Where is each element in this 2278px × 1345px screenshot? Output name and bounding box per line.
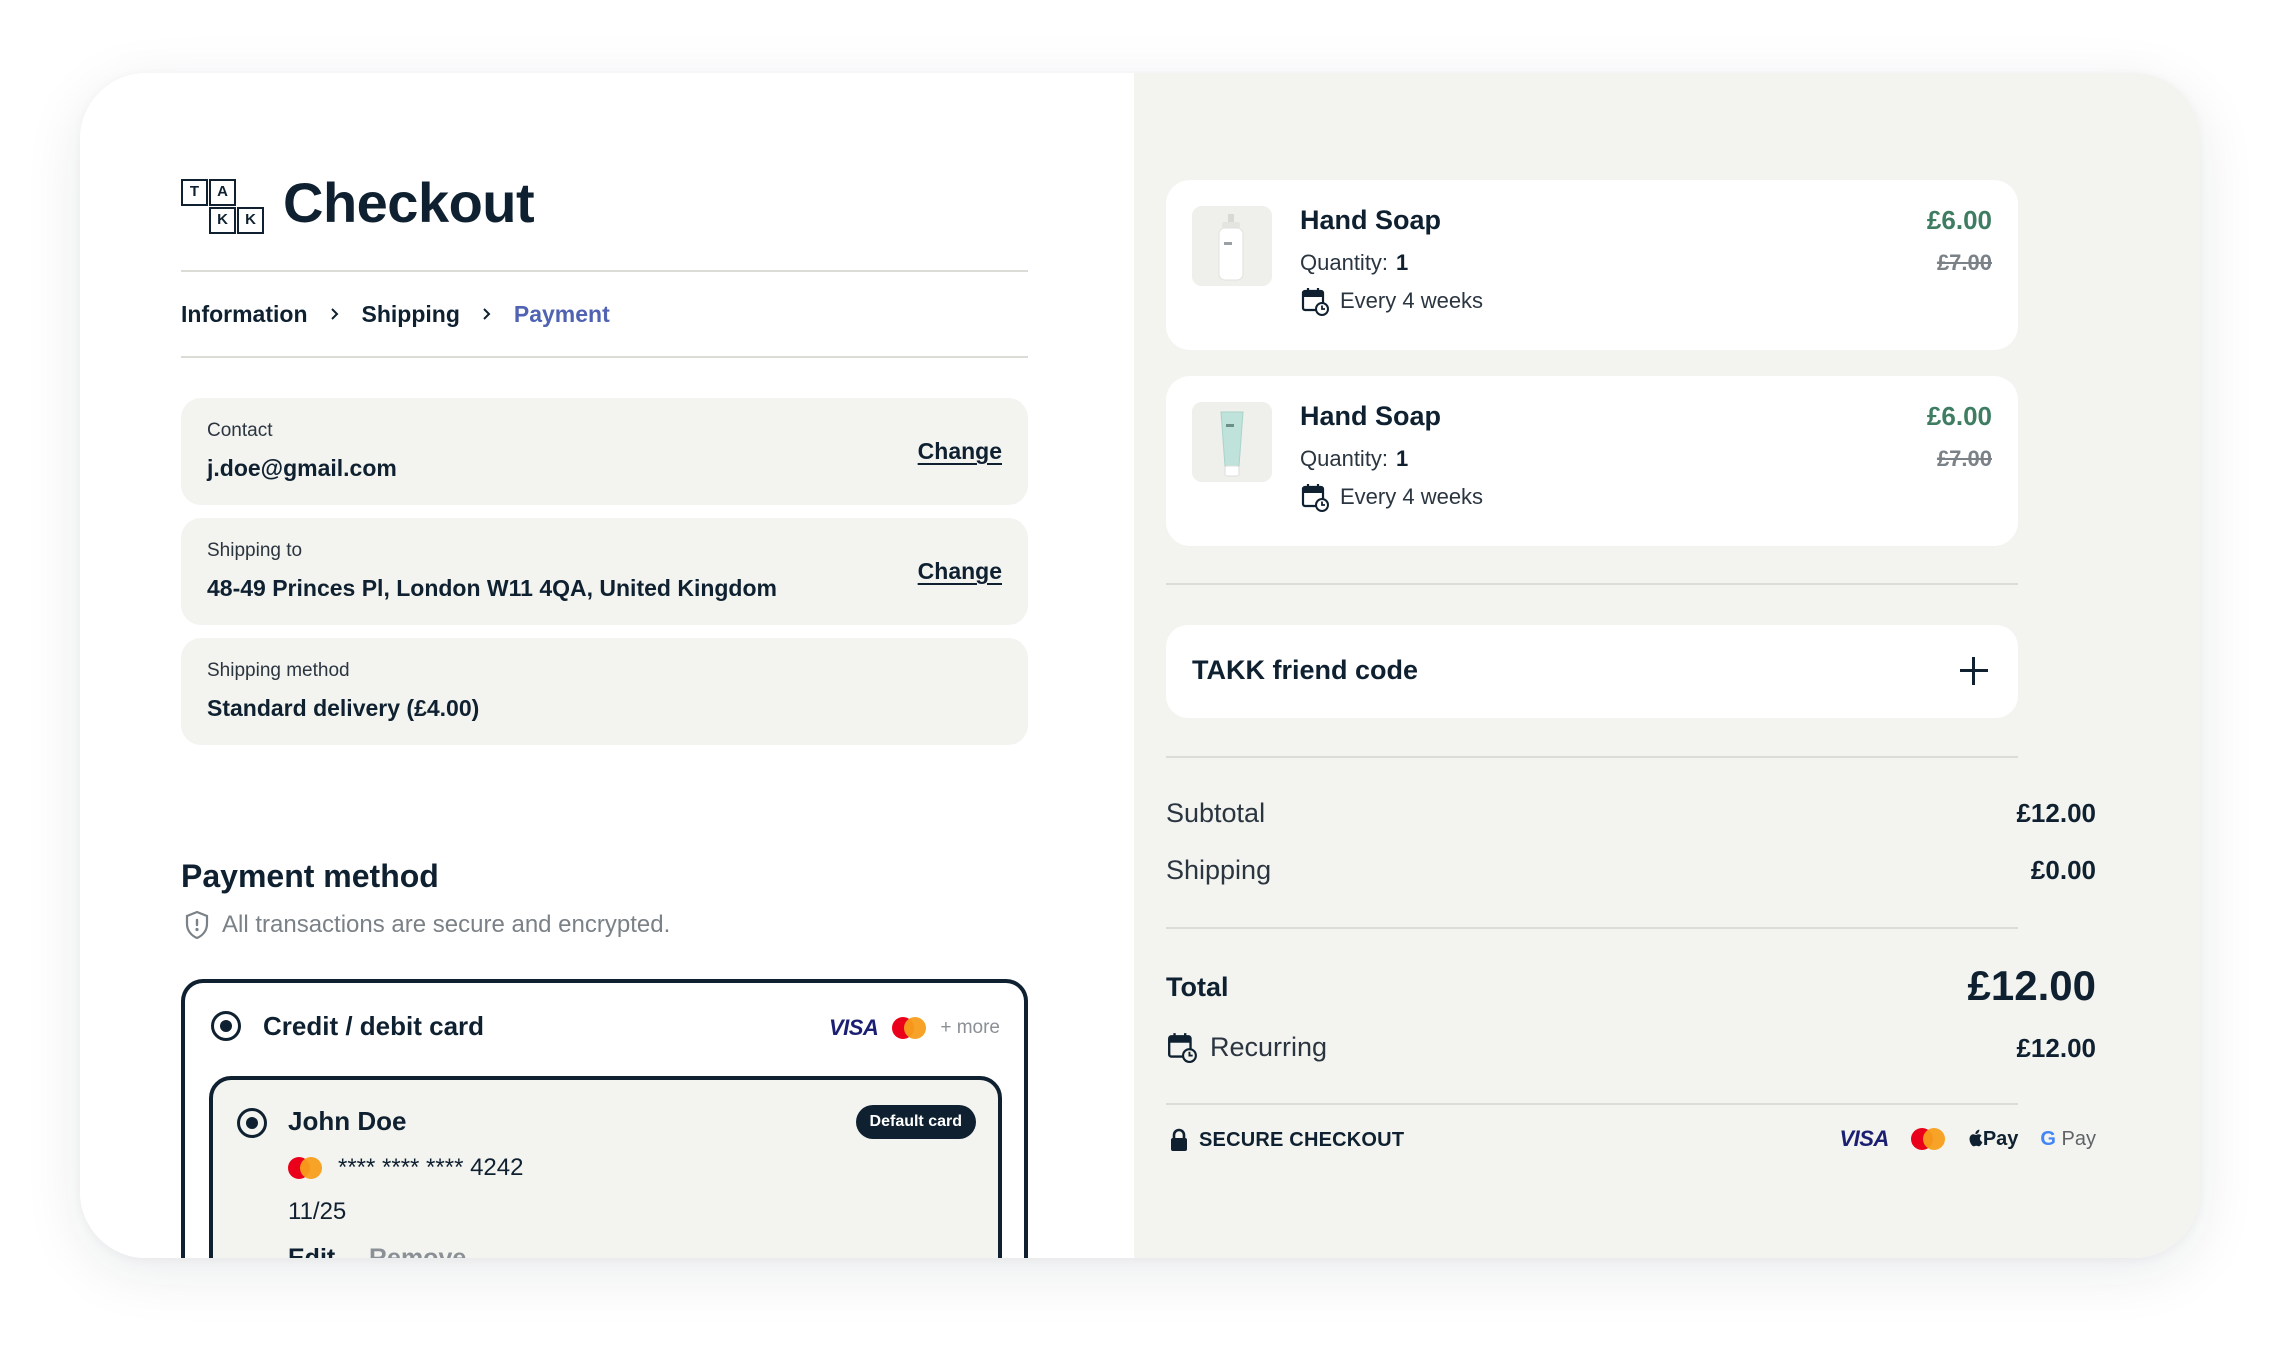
item-quantity: Quantity: 1 <box>1300 446 1409 471</box>
divider <box>1166 756 2018 758</box>
apple-pay-logo: Pay <box>1967 1128 2018 1151</box>
secure-checkout-label: SECURE CHECKOUT <box>1199 1128 1405 1151</box>
total-value: £12.00 <box>1967 962 2096 1009</box>
item-name: Hand Soap <box>1300 401 1442 431</box>
order-item: Hand Soap Quantity: 1 Every 4 weeks £6.00… <box>1166 376 2018 546</box>
plus-icon[interactable] <box>1960 657 1988 685</box>
shipping-value: £0.00 <box>2030 855 2096 885</box>
order-item: Hand Soap Quantity: 1 Every 4 weeks £6.00… <box>1166 180 2018 350</box>
visa-logo: VISA <box>1839 1126 1889 1151</box>
recurring-calendar-icon <box>1301 484 1329 512</box>
product-image <box>1192 402 1272 482</box>
recurring-calendar-icon <box>1301 288 1329 316</box>
item-frequency: Every 4 weeks <box>1300 286 1483 316</box>
total-label: Total <box>1166 972 1229 1002</box>
friend-code-toggle[interactable]: TAKK friend code <box>1166 625 2018 718</box>
payment-brands: VISA Pay G Pay <box>1817 1126 2096 1152</box>
order-summary-content: Hand Soap Quantity: 1 Every 4 weeks £6.00… <box>0 0 2278 1345</box>
item-original-price: £7.00 <box>1936 250 1992 275</box>
mastercard-logo <box>1910 1128 1945 1150</box>
recurring-label: Recurring <box>1210 1031 1328 1062</box>
item-original-price: £7.00 <box>1936 446 1992 471</box>
google-pay-logo: G Pay <box>2040 1127 2096 1150</box>
item-price: £6.00 <box>1926 205 1992 235</box>
apple-icon <box>1969 1129 1983 1146</box>
item-price: £6.00 <box>1926 401 1992 431</box>
lock-icon <box>1171 1128 1187 1151</box>
product-image <box>1192 206 1272 286</box>
soap-tube-image <box>1192 402 1272 482</box>
friend-code-label: TAKK friend code <box>1192 655 1419 685</box>
recurring-calendar-icon <box>1168 1033 1197 1063</box>
divider <box>1166 583 2018 585</box>
soap-bottle-image <box>1192 206 1272 286</box>
secure-checkout: SECURE CHECKOUT <box>1169 1128 1404 1152</box>
item-quantity: Quantity: 1 <box>1300 250 1409 275</box>
subtotal-value: £12.00 <box>2016 798 2096 828</box>
divider <box>1166 1103 2018 1105</box>
item-frequency: Every 4 weeks <box>1300 482 1483 512</box>
subtotal-label: Subtotal <box>1166 798 1266 828</box>
recurring-value: £12.00 <box>2016 1033 2096 1063</box>
shipping-label: Shipping <box>1166 855 1272 885</box>
item-name: Hand Soap <box>1300 205 1442 235</box>
recurring-row: Recurring <box>1166 1031 1327 1063</box>
divider <box>1166 927 2018 929</box>
